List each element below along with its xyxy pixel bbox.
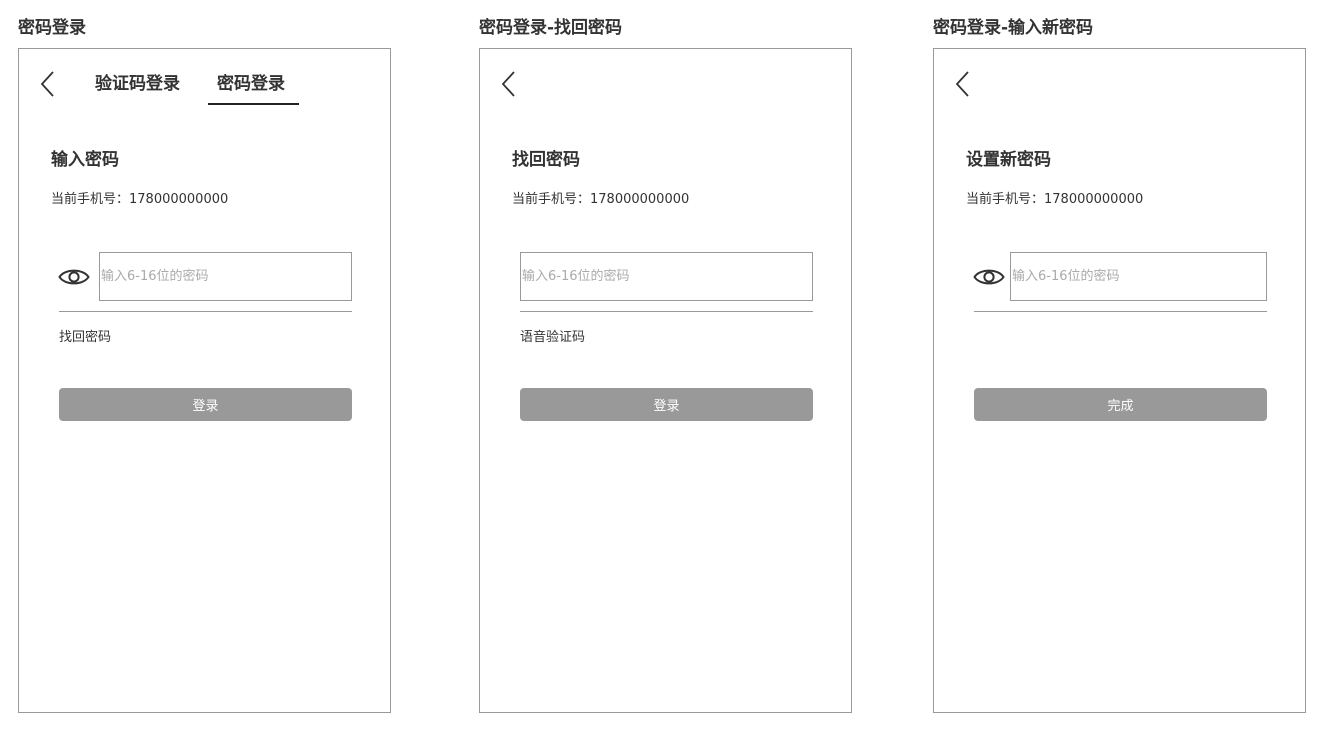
screen-title-password-login: 密码登录 [18, 18, 86, 38]
password-input[interactable] [520, 252, 813, 301]
input-divider [974, 311, 1267, 312]
tab-password-login[interactable]: 密码登录 [217, 72, 285, 96]
voice-code-link[interactable]: 语音验证码 [520, 329, 585, 347]
login-button[interactable]: 登录 [520, 388, 813, 421]
login-button[interactable]: 登录 [59, 388, 352, 421]
new-password-input[interactable] [1010, 252, 1267, 301]
page-heading: 找回密码 [512, 150, 580, 170]
chevron-left-icon[interactable] [37, 69, 59, 99]
input-divider [520, 311, 813, 312]
current-phone-label: 当前手机号：178000000000 [966, 192, 1144, 207]
phone-frame-recover-password: 找回密码 当前手机号：178000000000 语音验证码 登录 [479, 48, 852, 713]
screen-title-recover-password: 密码登录-找回密码 [479, 18, 623, 38]
chevron-left-icon[interactable] [952, 69, 974, 99]
forgot-password-link[interactable]: 找回密码 [59, 329, 111, 347]
eye-icon[interactable] [973, 265, 1005, 289]
current-phone-label: 当前手机号：178000000000 [512, 192, 690, 207]
eye-icon[interactable] [58, 265, 90, 289]
page-heading: 输入密码 [51, 150, 119, 170]
current-phone-label: 当前手机号：178000000000 [51, 192, 229, 207]
active-tab-indicator [208, 103, 299, 105]
chevron-left-icon[interactable] [498, 69, 520, 99]
done-button[interactable]: 完成 [974, 388, 1267, 421]
phone-frame-new-password: 设置新密码 当前手机号：178000000000 完成 [933, 48, 1306, 713]
input-divider [59, 311, 352, 312]
page-heading: 设置新密码 [966, 150, 1051, 170]
tab-sms-code-login[interactable]: 验证码登录 [95, 72, 180, 96]
password-input[interactable] [99, 252, 352, 301]
phone-frame-password-login: 验证码登录 密码登录 输入密码 当前手机号：178000000000 找回密码 … [18, 48, 391, 713]
screen-title-new-password: 密码登录-输入新密码 [933, 18, 1094, 38]
